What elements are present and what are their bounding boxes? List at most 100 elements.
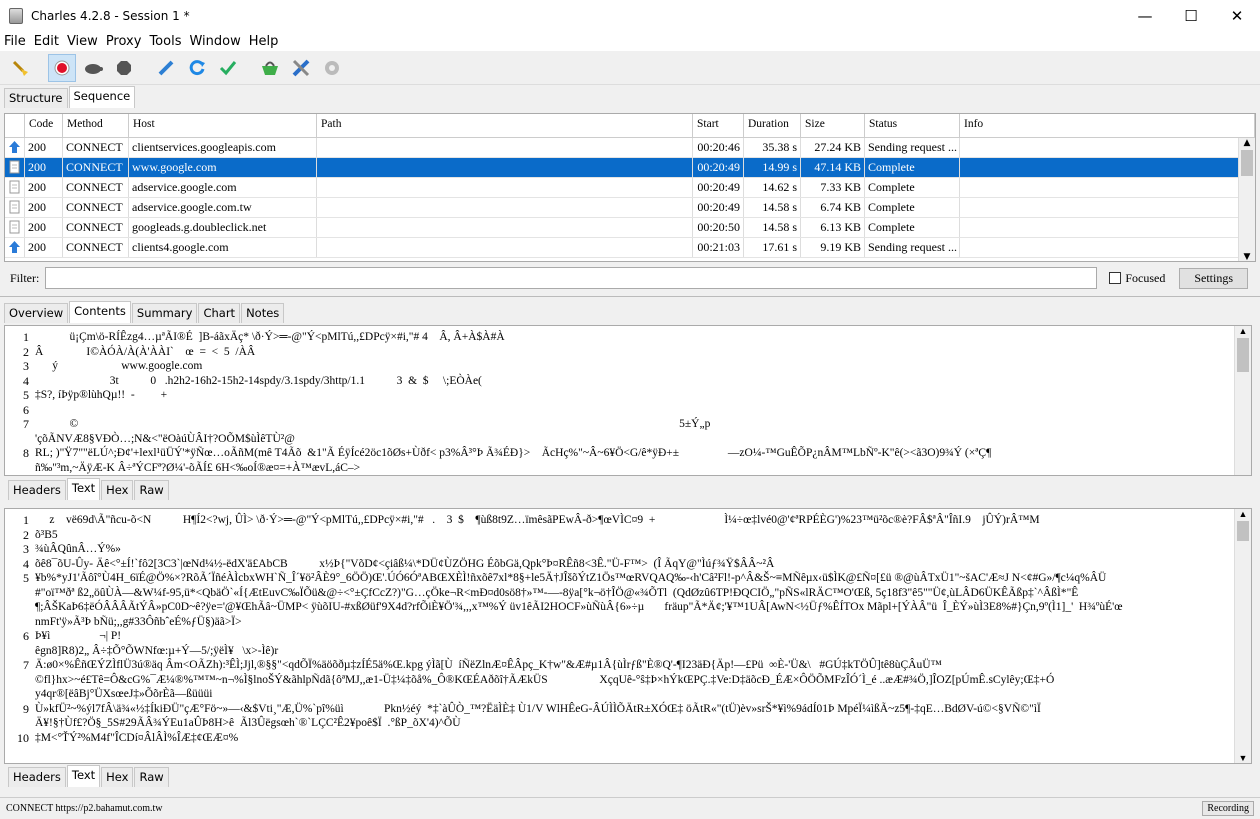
header-start[interactable]: Start bbox=[693, 114, 744, 137]
request-tab-raw[interactable]: Raw bbox=[134, 480, 169, 500]
table-header: Code Method Host Path Start Duration Siz… bbox=[5, 114, 1255, 138]
cell-duration: 14.58 s bbox=[744, 218, 801, 237]
header-path[interactable]: Path bbox=[317, 114, 693, 137]
line-content: ¾ùÂQûnÂ…Ý%» bbox=[35, 543, 121, 555]
line-content: 'çõÃNVÆ8§VÐÒ…;N&<"ëOàúÙÂI†?OÕM$ùÌêTÙ²@ bbox=[35, 432, 295, 445]
line-number bbox=[5, 673, 35, 688]
text-line: nmFt'ÿ»Ã³Þ bÑü;,,g#33ÔñbˆeÉ%ƒÜ§)äã>Ï> bbox=[5, 615, 1231, 630]
tab-summary[interactable]: Summary bbox=[131, 303, 198, 323]
line-number: 5 bbox=[23, 388, 29, 402]
menu-window[interactable]: Window bbox=[189, 34, 240, 49]
table-row[interactable]: 200 CONNECT www.google.com 00:20:49 14.99 s4… bbox=[5, 158, 1255, 178]
record-icon[interactable] bbox=[48, 53, 76, 82]
menu-edit[interactable]: Edit bbox=[34, 34, 59, 49]
menu-help[interactable]: Help bbox=[249, 34, 279, 49]
tab-sequence[interactable]: Sequence bbox=[68, 86, 136, 108]
tab-contents[interactable]: Contents bbox=[69, 301, 131, 323]
tab-chart[interactable]: Chart bbox=[198, 303, 241, 323]
cell-status: Complete bbox=[865, 218, 960, 237]
text-line: 1 z vë69d\Ã"ñcu-õ<N H¶Í2<?wj, ÛÌ> \ð·Ý>═… bbox=[5, 513, 1231, 528]
header-duration[interactable]: Duration bbox=[744, 114, 801, 137]
request-tab-headers[interactable]: Headers bbox=[8, 480, 66, 500]
repeat-refresh-icon[interactable] bbox=[183, 54, 211, 82]
text-line: 3 ý www.google.com bbox=[5, 359, 1231, 374]
line-content: ñ‰"³m,~ÄÿÆ-K Â÷ªÝCFª?Ø¼'-õÃÍ£ 6H<‰oÍ®æ¤=… bbox=[35, 461, 361, 474]
request-scrollbar[interactable]: ▲ bbox=[1234, 326, 1251, 475]
header-status[interactable]: Status bbox=[865, 114, 960, 137]
throttle-turtle-icon[interactable] bbox=[79, 54, 107, 82]
cell-duration: 14.58 s bbox=[744, 198, 801, 217]
response-tab-raw[interactable]: Raw bbox=[134, 767, 169, 787]
tools-basket-icon[interactable] bbox=[256, 54, 284, 82]
table-row[interactable]: 200 CONNECT googleads.g.doubleclick.net 00:… bbox=[5, 218, 1255, 238]
compose-pen-icon[interactable] bbox=[152, 54, 180, 82]
close-icon[interactable]: ✕ bbox=[1214, 0, 1260, 31]
cell-code: 200 bbox=[25, 218, 63, 237]
menu-proxy[interactable]: Proxy bbox=[106, 34, 142, 49]
broom-clear-icon[interactable] bbox=[6, 54, 34, 82]
settings-gear-icon[interactable] bbox=[318, 54, 346, 82]
text-line: 7 © 5±Ý„p bbox=[5, 417, 1231, 432]
settings-button[interactable]: Settings bbox=[1179, 267, 1249, 289]
cell-status: Complete bbox=[865, 198, 960, 217]
document-icon bbox=[5, 198, 25, 217]
validate-checkmark-icon[interactable] bbox=[214, 54, 242, 82]
cell-path bbox=[317, 138, 693, 157]
cell-duration: 17.61 s bbox=[744, 238, 801, 257]
minimize-icon[interactable]: — bbox=[1122, 0, 1168, 31]
response-tab-hex[interactable]: Hex bbox=[101, 767, 134, 787]
menu-view[interactable]: View bbox=[67, 34, 98, 49]
maximize-icon[interactable]: ☐ bbox=[1168, 0, 1214, 31]
cell-host: www.google.com bbox=[129, 158, 317, 177]
line-number: 1 bbox=[23, 330, 29, 344]
table-row[interactable]: 200 CONNECT clientservices.googleapis.com 0… bbox=[5, 138, 1255, 158]
text-line: ¶;ÂŠKaÞ6‡ëÓÂÂÂÃtÝÂ»pC0D~ê?ÿe='@¥ŒhÃâ~ÜMP… bbox=[5, 600, 1231, 615]
header-size[interactable]: Size bbox=[801, 114, 865, 137]
table-scrollbar[interactable]: ▲ ▼ bbox=[1238, 138, 1255, 261]
menu-file[interactable]: File bbox=[4, 34, 26, 49]
tab-notes[interactable]: Notes bbox=[241, 303, 285, 323]
table-row[interactable]: 200 CONNECT adservice.google.com 00:20:49 14… bbox=[5, 178, 1255, 198]
cell-code: 200 bbox=[25, 178, 63, 197]
response-tab-headers[interactable]: Headers bbox=[8, 767, 66, 787]
header-method[interactable]: Method bbox=[63, 114, 129, 137]
line-number: 2 bbox=[23, 344, 29, 359]
view-tabs: Structure Sequence bbox=[4, 86, 136, 108]
focused-checkbox[interactable] bbox=[1109, 272, 1122, 284]
cell-status: Sending request ... bbox=[865, 138, 960, 157]
cell-code: 200 bbox=[25, 138, 63, 157]
header-host[interactable]: Host bbox=[129, 114, 317, 137]
response-tab-text[interactable]: Text bbox=[66, 765, 101, 787]
tools-wrench-icon[interactable] bbox=[287, 54, 315, 82]
breakpoints-icon[interactable] bbox=[110, 54, 138, 82]
cell-method: CONNECT bbox=[63, 138, 129, 157]
line-number bbox=[5, 615, 35, 630]
line-content: Ù»kfÜ²~%ýl7fÂ\ä¾«½‡ÍkiÐÜ"çÆ°Fö~»—‹&$Vti¸… bbox=[35, 702, 1041, 715]
text-line: êgn8]R8)2„ Â÷‡Õ°ÕWNfœ:µ+Ý—5/;ÿëÌ¥ \x>-Ìê… bbox=[5, 644, 1231, 659]
response-text-pane[interactable]: 1 z vë69d\Ã"ñcu-õ<N H¶Í2<?wj, ÛÌ> \ð·Ý>═… bbox=[4, 508, 1252, 764]
cell-code: 200 bbox=[25, 158, 63, 177]
response-scrollbar[interactable]: ▲ ▼ bbox=[1234, 509, 1251, 763]
table-row[interactable]: 200 CONNECT clients4.google.com 00:21:03 17.… bbox=[5, 238, 1255, 258]
line-content: ‡M<°ŤÝ²%M4f"ÎCDí¤ÂlÂÌ%ÎÆ‡¢ŒÆ¤% bbox=[35, 731, 239, 744]
header-info[interactable]: Info bbox=[960, 114, 1255, 137]
table-row[interactable]: 200 CONNECT adservice.google.com.tw 00:20:4… bbox=[5, 198, 1255, 218]
text-line: 9 Ù»kfÜ²~%ýl7fÂ\ä¾«½‡ÍkiÐÜ"çÆ°Fö~»—‹&$Vti… bbox=[5, 702, 1231, 717]
menu-tools[interactable]: Tools bbox=[149, 34, 181, 49]
filter-input[interactable] bbox=[45, 267, 1098, 289]
filter-bar: Filter: Focused Settings bbox=[4, 265, 1256, 291]
title-bar: Charles 4.2.8 - Session 1 * — ☐ ✕ bbox=[0, 0, 1260, 31]
request-text-pane[interactable]: 1 ü¡Çm\ö-RÍÊzg4…µªÃI®É ]B-áãxÄç* \ð·Ý>═-… bbox=[4, 325, 1252, 476]
request-tab-hex[interactable]: Hex bbox=[101, 480, 134, 500]
header-code[interactable]: Code bbox=[25, 114, 63, 137]
cell-start: 00:21:03 bbox=[693, 238, 744, 257]
cell-size: 9.19 KB bbox=[801, 238, 865, 257]
menu-bar: File Edit View Proxy Tools Window Help bbox=[0, 31, 1260, 51]
request-tab-text[interactable]: Text bbox=[66, 478, 101, 500]
tab-overview[interactable]: Overview bbox=[4, 303, 69, 323]
tab-structure[interactable]: Structure bbox=[4, 88, 68, 108]
cell-host: adservice.google.com.tw bbox=[129, 198, 317, 217]
text-line: ñ‰"³m,~ÄÿÆ-K Â÷ªÝCFª?Ø¼'-õÃÍ£ 6H<‰oÍ®æ¤=… bbox=[5, 461, 1231, 476]
line-content: õê8¯õU-Ûy- Äê<°±Í!`fô2[3C3`|œNd¼½-ëdX'ä£… bbox=[35, 557, 775, 570]
cell-method: CONNECT bbox=[63, 158, 129, 177]
